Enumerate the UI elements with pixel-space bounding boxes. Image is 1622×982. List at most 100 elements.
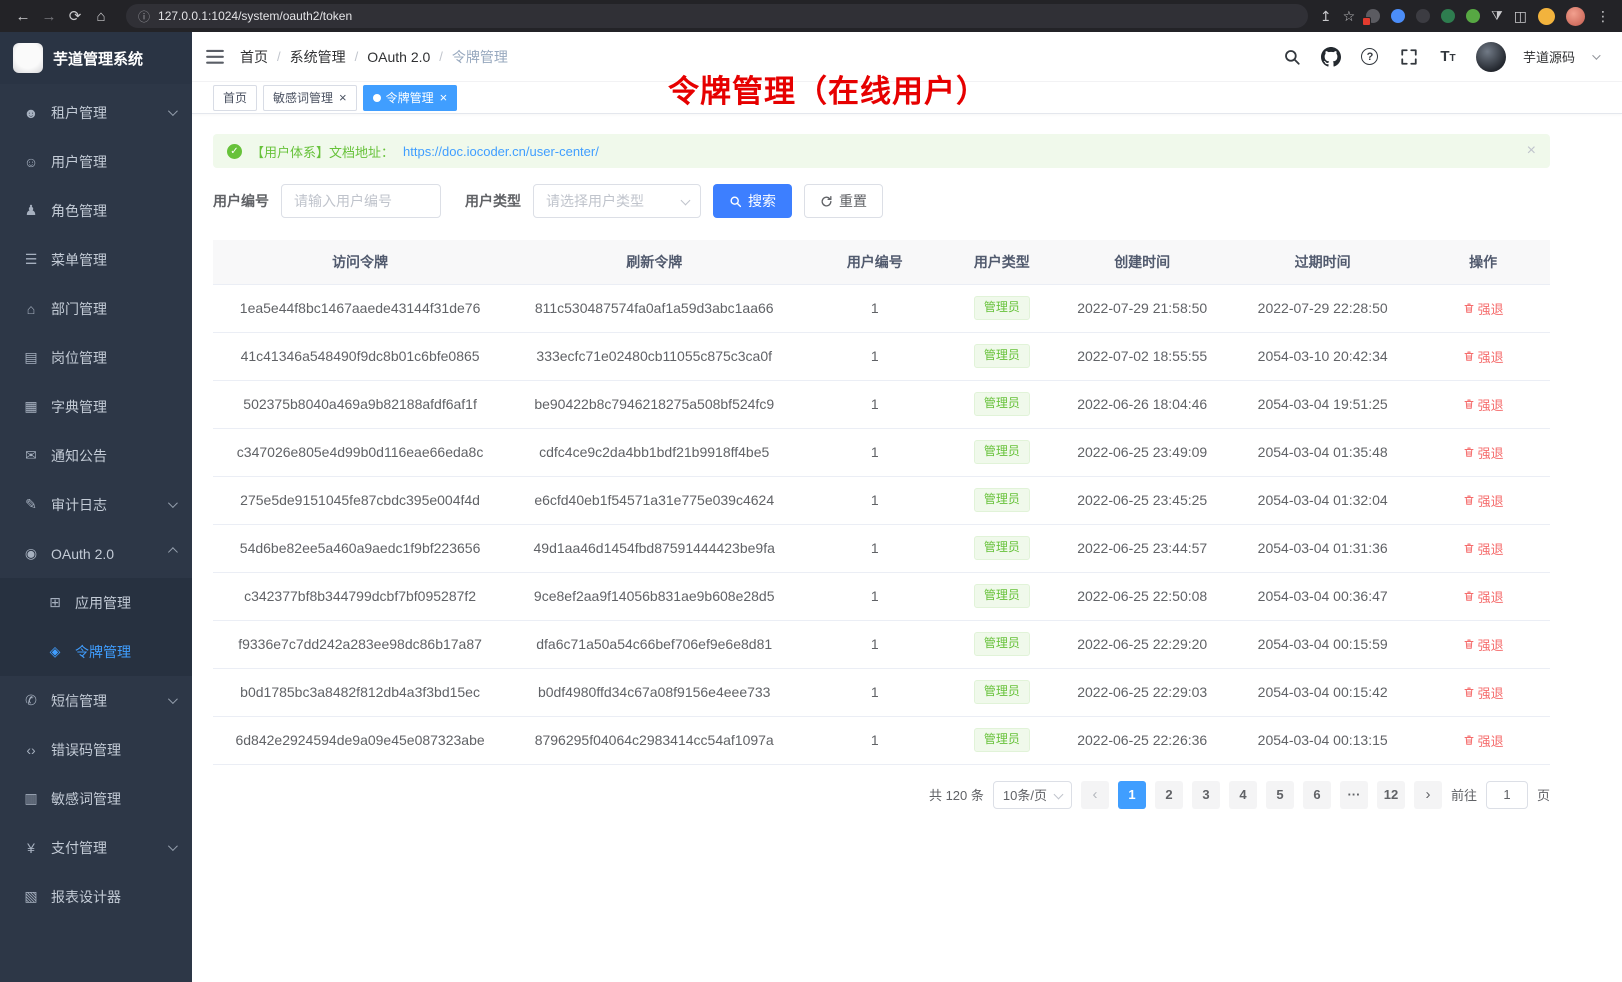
- user-id-cell: 1: [801, 524, 948, 572]
- sidebar-item[interactable]: ▧报表设计器: [0, 872, 192, 921]
- sidebar-item[interactable]: ◈令牌管理: [0, 627, 192, 676]
- font-size-icon[interactable]: TT: [1437, 46, 1459, 68]
- user-id-cell: 1: [801, 284, 948, 332]
- sidebar-item[interactable]: ♟角色管理: [0, 186, 192, 235]
- close-icon[interactable]: ×: [339, 91, 347, 104]
- sidebar-item[interactable]: ▦字典管理: [0, 382, 192, 431]
- tab-item[interactable]: 首页: [213, 85, 257, 111]
- sidebar-item[interactable]: ☰菜单管理: [0, 235, 192, 284]
- page-button[interactable]: 12: [1377, 781, 1405, 809]
- sidebar-toggle-icon[interactable]: [206, 49, 224, 65]
- force-logout-button[interactable]: 强退: [1463, 635, 1504, 654]
- search-icon[interactable]: [1281, 46, 1303, 68]
- tab-item[interactable]: 令牌管理×: [363, 85, 458, 111]
- back-icon[interactable]: ←: [10, 3, 36, 29]
- search-button[interactable]: 搜索: [713, 184, 792, 218]
- force-logout-button[interactable]: 强退: [1463, 731, 1504, 750]
- force-logout-button[interactable]: 强退: [1463, 539, 1504, 558]
- prev-page-button[interactable]: ‹: [1081, 781, 1109, 809]
- created-time-cell: 2022-06-25 22:29:20: [1055, 620, 1229, 668]
- user-id-input[interactable]: [281, 184, 441, 218]
- help-icon[interactable]: ?: [1359, 46, 1381, 68]
- table-row: 41c41346a548490f9dc8b01c6bfe0865333ecfc7…: [213, 332, 1550, 380]
- delete-icon: [1463, 638, 1475, 650]
- extension-icon[interactable]: [1391, 9, 1405, 23]
- expire-time-cell: 2022-07-29 22:28:50: [1229, 284, 1416, 332]
- force-logout-button[interactable]: 强退: [1463, 299, 1504, 318]
- extension-icon[interactable]: [1366, 9, 1380, 23]
- github-icon[interactable]: [1320, 46, 1342, 68]
- reset-button[interactable]: 重置: [804, 184, 883, 218]
- sidebar-item[interactable]: ✉通知公告: [0, 431, 192, 480]
- force-logout-button[interactable]: 强退: [1463, 491, 1504, 510]
- expire-time-cell: 2054-03-10 20:42:34: [1229, 332, 1416, 380]
- extension-icon[interactable]: [1441, 9, 1455, 23]
- tab-item[interactable]: 敏感词管理×: [263, 85, 357, 111]
- sidebar-item[interactable]: ▥敏感词管理: [0, 774, 192, 823]
- chevron-down-icon[interactable]: [1592, 51, 1600, 59]
- sidebar-item[interactable]: ◉OAuth 2.0: [0, 529, 192, 578]
- address-bar[interactable]: ⓘ 127.0.0.1:1024/system/oauth2/token: [126, 4, 1308, 28]
- active-tab-dot-icon: [373, 94, 381, 102]
- sidebar-item[interactable]: ▤岗位管理: [0, 333, 192, 382]
- tab-split-icon[interactable]: ◫: [1514, 8, 1527, 25]
- extensions-puzzle-icon[interactable]: ⧩: [1491, 8, 1503, 24]
- action-cell: 强退: [1416, 668, 1550, 716]
- refresh-token-cell: e6cfd40eb1f54571a31e775e039c4624: [507, 476, 801, 524]
- fullscreen-icon[interactable]: [1398, 46, 1420, 68]
- chevron-down-icon: [681, 196, 691, 206]
- sidebar-item[interactable]: ¥支付管理: [0, 823, 192, 872]
- sidebar-item[interactable]: ‹›错误码管理: [0, 725, 192, 774]
- next-page-button[interactable]: ›: [1414, 781, 1442, 809]
- sidebar-item[interactable]: ☺用户管理: [0, 137, 192, 186]
- user-avatar[interactable]: [1476, 42, 1506, 72]
- force-logout-button[interactable]: 强退: [1463, 347, 1504, 366]
- table-row: c347026e805e4d99b0d116eae66eda8ccdfc4ce9…: [213, 428, 1550, 476]
- close-icon[interactable]: ×: [1527, 143, 1536, 159]
- browser-profile-avatar[interactable]: [1566, 7, 1585, 26]
- sidebar-item[interactable]: ⊞应用管理: [0, 578, 192, 627]
- forward-icon[interactable]: →: [36, 3, 62, 29]
- expire-time-cell: 2054-03-04 00:13:15: [1229, 716, 1416, 764]
- sidebar-item[interactable]: ☻租户管理: [0, 88, 192, 137]
- user-name[interactable]: 芋道源码: [1523, 47, 1575, 66]
- force-logout-button[interactable]: 强退: [1463, 683, 1504, 702]
- browser-menu-icon[interactable]: ⋮: [1596, 8, 1610, 25]
- user-id-cell: 1: [801, 380, 948, 428]
- force-logout-button[interactable]: 强退: [1463, 395, 1504, 414]
- notice-icon: ✉: [20, 447, 42, 464]
- force-logout-button[interactable]: 强退: [1463, 587, 1504, 606]
- share-icon[interactable]: ↥: [1320, 8, 1332, 25]
- logo-area[interactable]: 芋道管理系统: [0, 32, 192, 84]
- user-type-cell: 管理员: [948, 332, 1055, 380]
- page-button[interactable]: 6: [1303, 781, 1331, 809]
- page-button[interactable]: 1: [1118, 781, 1146, 809]
- close-icon[interactable]: ×: [440, 91, 448, 104]
- extension-badge: [1362, 17, 1371, 26]
- more-pages-button[interactable]: ···: [1340, 781, 1368, 809]
- force-logout-button[interactable]: 强退: [1463, 443, 1504, 462]
- page-button[interactable]: 5: [1266, 781, 1294, 809]
- breadcrumb-item[interactable]: 首页: [240, 47, 268, 67]
- bookmark-star-icon[interactable]: ☆: [1343, 8, 1356, 25]
- breadcrumb-item[interactable]: OAuth 2.0: [367, 49, 430, 65]
- page-button[interactable]: 3: [1192, 781, 1220, 809]
- extension-icon[interactable]: [1416, 9, 1430, 23]
- sidebar-item[interactable]: ⌂部门管理: [0, 284, 192, 333]
- breadcrumb-item[interactable]: 系统管理: [290, 47, 346, 67]
- user-type-select[interactable]: 请选择用户类型: [533, 184, 701, 218]
- user-type-tag: 管理员: [974, 632, 1030, 656]
- action-cell: 强退: [1416, 620, 1550, 668]
- emoji-extension-icon[interactable]: [1538, 8, 1555, 25]
- doc-link[interactable]: https://doc.iocoder.cn/user-center/: [403, 144, 599, 159]
- extension-icon[interactable]: [1466, 9, 1480, 23]
- site-info-icon[interactable]: ⓘ: [138, 8, 150, 25]
- page-button[interactable]: 4: [1229, 781, 1257, 809]
- page-button[interactable]: 2: [1155, 781, 1183, 809]
- sidebar-item[interactable]: ✎审计日志: [0, 480, 192, 529]
- refresh-icon[interactable]: ⟳: [62, 3, 88, 29]
- page-size-select[interactable]: 10条/页: [993, 781, 1072, 809]
- sidebar-item[interactable]: ✆短信管理: [0, 676, 192, 725]
- goto-page-input[interactable]: [1486, 781, 1528, 809]
- home-icon[interactable]: ⌂: [88, 3, 114, 29]
